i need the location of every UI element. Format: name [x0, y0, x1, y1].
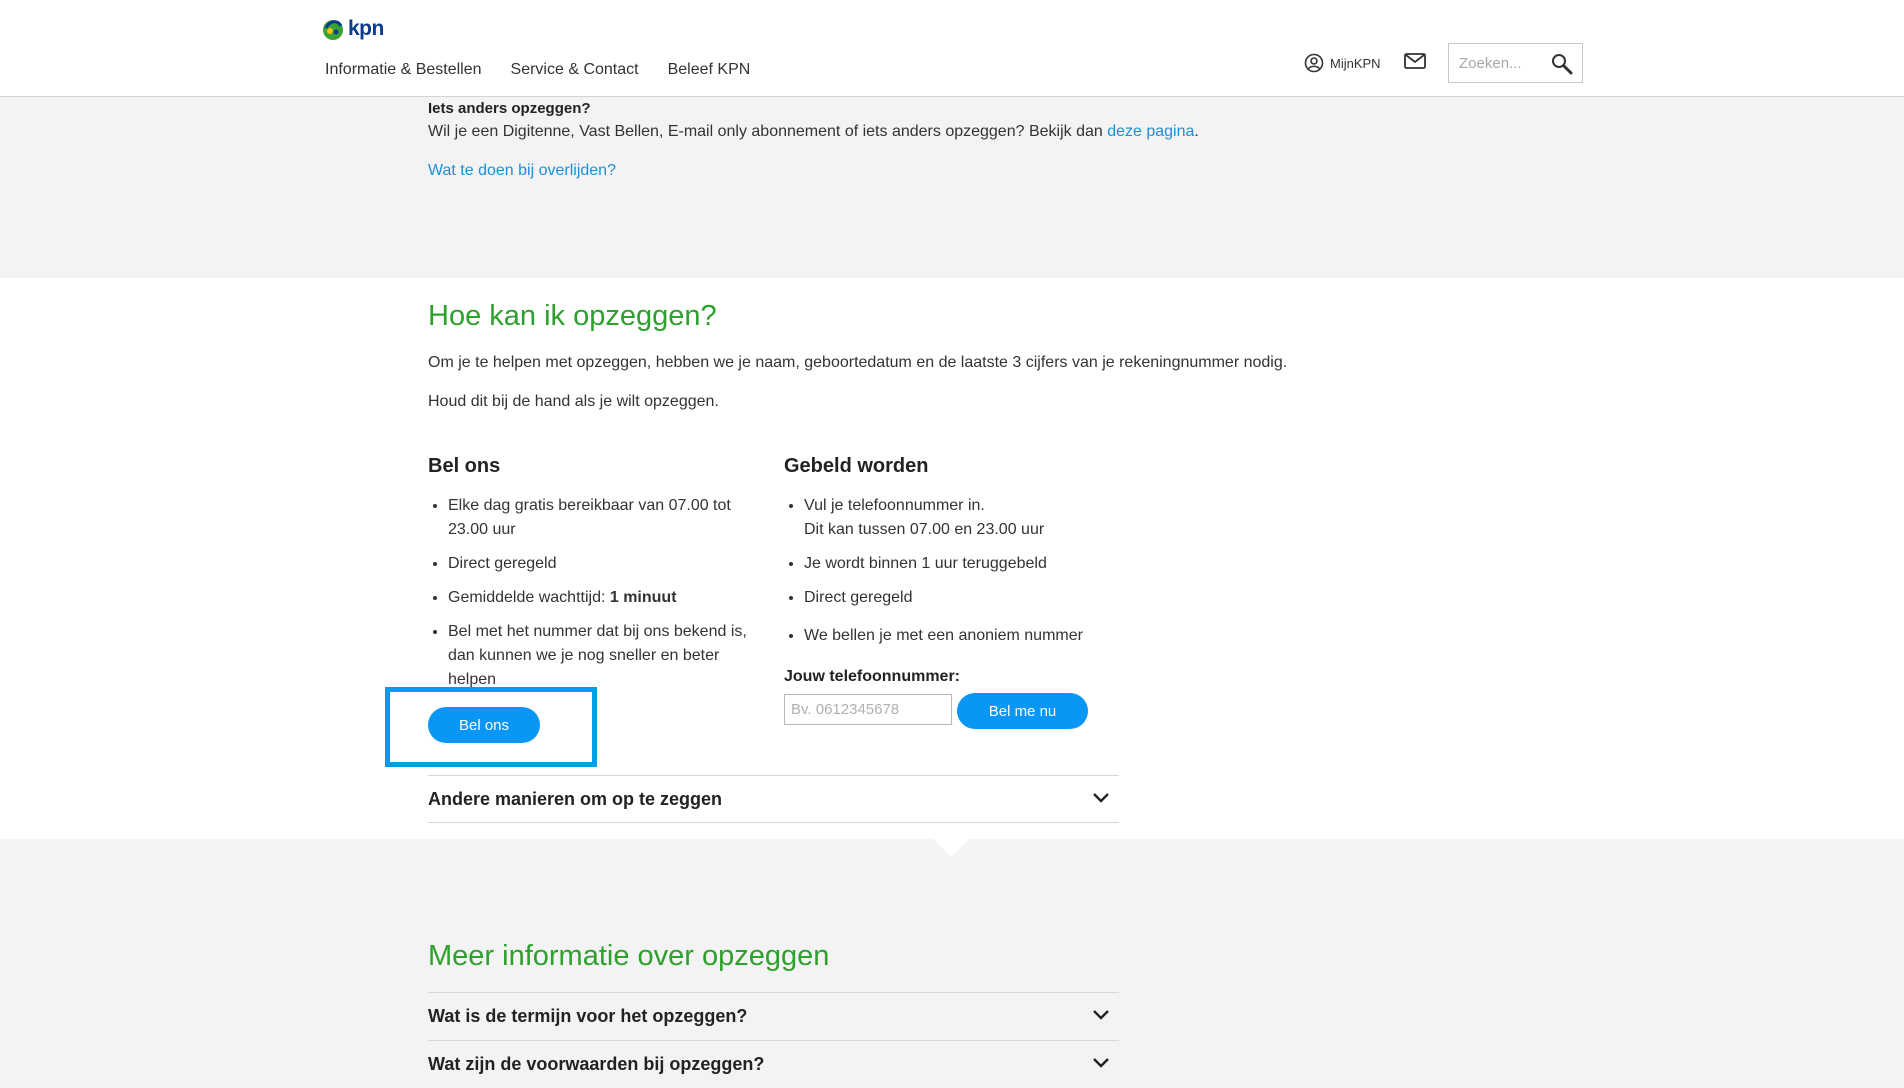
accordion-voorwaarden[interactable]: Wat zijn de voorwaarden bij opzeggen? — [428, 1040, 1119, 1088]
wait-time-value: 1 minuut — [609, 589, 677, 606]
phone-input[interactable] — [784, 694, 952, 725]
kpn-logo[interactable]: kpn — [320, 16, 384, 42]
bullet-text: helpen — [448, 671, 497, 688]
bullet-text: Vul je telefoonnummer in. — [804, 497, 985, 514]
list-item: Bel met het nummer dat bij ons bekend is… — [448, 620, 758, 692]
list-item: Direct geregeld — [804, 586, 1114, 610]
bullet-text: Elke dag gratis bereikbaar van 07.00 tot — [448, 497, 731, 514]
bullet-text: Bel met het nummer dat bij ons bekend is… — [448, 623, 747, 640]
phone-label: Jouw telefoonnummer: — [784, 668, 961, 685]
accordion-label: Wat is de termijn voor het opzeggen? — [428, 1006, 748, 1026]
bullet-text: Je wordt binnen 1 uur teruggebeld — [804, 555, 1047, 572]
bullet-text: Gemiddelde wachttijd: — [448, 589, 610, 606]
mail-icon[interactable] — [1404, 53, 1426, 69]
bullet-text: dan kunnen we je nog sneller en beter — [448, 647, 720, 664]
chevron-down-icon — [1093, 793, 1109, 803]
search-box — [1448, 43, 1583, 83]
more-info-title: Meer informatie over opzeggen — [428, 940, 830, 972]
deze-pagina-link[interactable]: deze pagina — [1107, 123, 1194, 140]
section-notch — [933, 839, 969, 857]
other-cancel-heading: Iets anders opzeggen? — [428, 100, 591, 117]
bel-me-nu-button[interactable]: Bel me nu — [957, 693, 1088, 729]
other-cancel-text-end: . — [1194, 123, 1199, 140]
bullet-text: Direct geregeld — [804, 589, 913, 606]
site-header: kpn Informatie & Bestellen Service & Con… — [0, 0, 1904, 97]
how-note-text: Houd dit bij de hand als je wilt opzegge… — [428, 393, 719, 410]
accordion-label: Andere manieren om op te zeggen — [428, 789, 723, 809]
how-to-cancel-title: Hoe kan ik opzeggen? — [428, 300, 717, 332]
mykpn-link[interactable]: MijnKPN — [1304, 53, 1381, 73]
other-cancel-text-start: Wil je een Digitenne, Vast Bellen, E-mai… — [428, 123, 1108, 140]
kpn-logo-icon — [323, 20, 343, 40]
chevron-down-icon — [1093, 1010, 1109, 1020]
user-icon — [1304, 53, 1324, 73]
list-item: Gemiddelde wachttijd: 1 minuut — [448, 586, 758, 610]
gebeld-worden-title: Gebeld worden — [784, 455, 929, 477]
list-item: Elke dag gratis bereikbaar van 07.00 tot… — [448, 494, 758, 542]
logo-text: kpn — [348, 17, 384, 40]
list-item: Je wordt binnen 1 uur teruggebeld — [804, 552, 1114, 576]
nav-service-contact[interactable]: Service & Contact — [511, 61, 639, 79]
accordion-termijn[interactable]: Wat is de termijn voor het opzeggen? — [428, 992, 1119, 1040]
gebeld-worden-list: Vul je telefoonnummer in. Dit kan tussen … — [784, 494, 1114, 658]
list-item: We bellen je met een anoniem nummer — [804, 624, 1114, 648]
nav-informatie-bestellen[interactable]: Informatie & Bestellen — [325, 61, 482, 79]
search-input[interactable] — [1449, 44, 1545, 82]
list-item: Vul je telefoonnummer in. Dit kan tussen … — [804, 494, 1114, 542]
bullet-text: Dit kan tussen 07.00 en 23.00 uur — [804, 521, 1045, 538]
chevron-down-icon — [1093, 1058, 1109, 1068]
accordion-label: Wat zijn de voorwaarden bij opzeggen? — [428, 1054, 765, 1074]
other-cancel-text: Wil je een Digitenne, Vast Bellen, E-mai… — [428, 123, 1199, 141]
list-item: Direct geregeld — [448, 552, 758, 576]
bullet-text: 23.00 uur — [448, 521, 516, 538]
accordion-other-ways[interactable]: Andere manieren om op te zeggen — [428, 775, 1119, 823]
bel-ons-list: Elke dag gratis bereikbaar van 07.00 tot… — [428, 494, 758, 702]
overlijden-link[interactable]: Wat te doen bij overlijden? — [428, 162, 616, 180]
how-intro-text: Om je te helpen met opzeggen, hebben we … — [428, 354, 1288, 371]
bel-ons-button[interactable]: Bel ons — [428, 707, 540, 743]
nav-beleef-kpn[interactable]: Beleef KPN — [668, 61, 751, 79]
bullet-text: Direct geregeld — [448, 555, 557, 572]
search-icon[interactable] — [1550, 52, 1574, 76]
main-nav: Informatie & Bestellen Service & Contact… — [325, 61, 750, 79]
bullet-text: We bellen je met een anoniem nummer — [804, 627, 1083, 644]
bel-ons-title: Bel ons — [428, 455, 501, 477]
mykpn-label: MijnKPN — [1330, 55, 1381, 71]
